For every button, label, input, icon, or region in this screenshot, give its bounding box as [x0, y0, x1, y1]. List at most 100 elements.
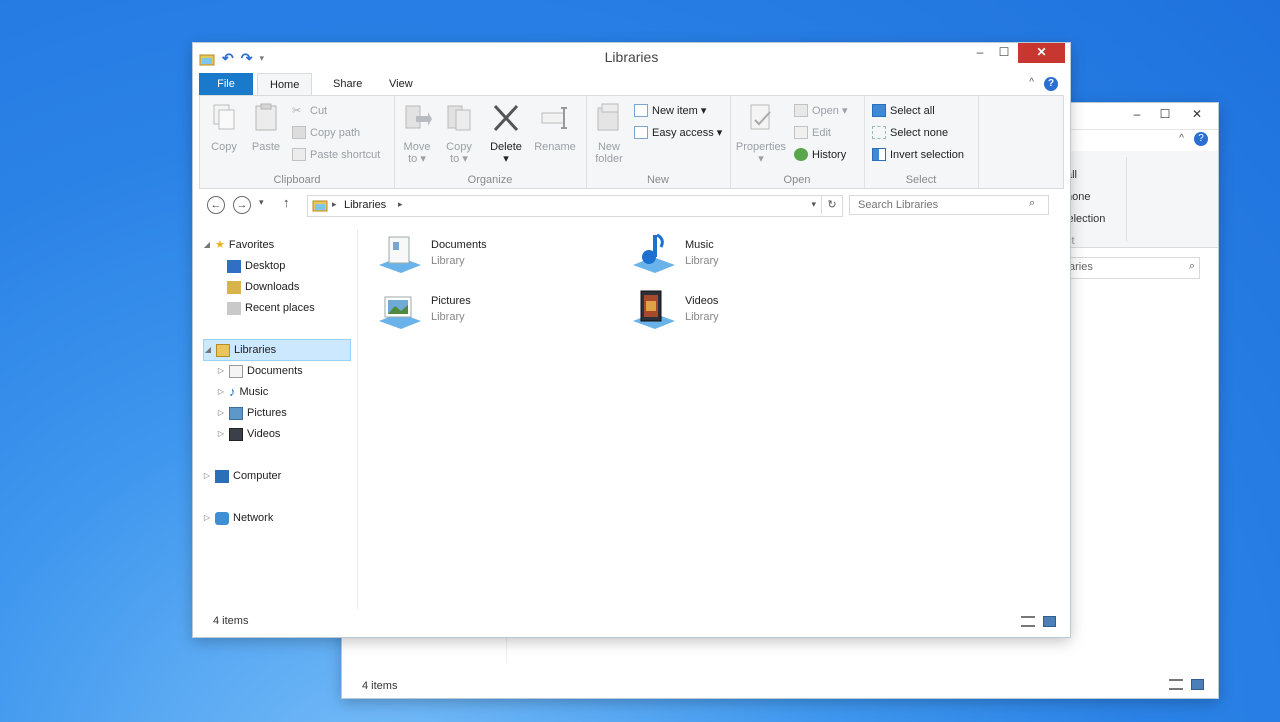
history-button[interactable]: History — [794, 148, 846, 161]
select-none-button[interactable]: Select none — [872, 126, 948, 139]
tab-home[interactable]: Home — [257, 73, 313, 96]
breadcrumb-separator-2[interactable]: ▸ — [398, 199, 403, 210]
new-item-icon — [634, 104, 648, 117]
maximize-button[interactable]: ☐ — [994, 43, 1014, 63]
nav-label: Documents — [247, 365, 303, 377]
navigation-pane-divider[interactable] — [357, 229, 358, 609]
background-close-button[interactable]: ✕ — [1182, 103, 1212, 127]
collapsed-arrow-icon[interactable]: ▷ — [217, 382, 225, 402]
paste-shortcut-icon — [292, 148, 306, 161]
help-icon[interactable]: ? — [1044, 77, 1058, 91]
expanded-arrow-icon[interactable]: ◢ — [203, 235, 211, 255]
background-search-box[interactable]: aries ⌕ — [1062, 257, 1200, 279]
close-button[interactable]: ✕ — [1018, 43, 1065, 63]
forward-arrow-icon[interactable]: → — [233, 196, 251, 214]
music-library-icon — [633, 233, 675, 273]
nav-item-recent-places[interactable]: Recent places — [227, 298, 315, 318]
nav-label: Music — [239, 386, 269, 398]
nav-item-music[interactable]: ▷ ♪ Music — [217, 382, 268, 402]
new-folder-label-line2: folder — [595, 153, 623, 165]
expanded-arrow-icon[interactable]: ◢ — [204, 340, 212, 360]
refresh-icon[interactable]: ↻ — [821, 196, 842, 214]
nav-label: Downloads — [245, 281, 300, 293]
collapsed-arrow-icon[interactable]: ▷ — [203, 466, 211, 486]
back-arrow-icon[interactable]: ← — [207, 196, 225, 214]
move-to-button[interactable]: Move to ▾ — [400, 102, 434, 165]
nav-item-favorites[interactable]: ◢ ★ Favorites — [203, 235, 274, 255]
pictures-icon — [229, 406, 243, 420]
status-item-count: 4 items — [213, 615, 249, 627]
collapsed-arrow-icon[interactable]: ▷ — [217, 424, 225, 444]
nav-label: Computer — [233, 470, 282, 482]
address-box[interactable]: ▸ Libraries ▸ ▾ ↻ — [307, 195, 843, 217]
paste-shortcut-button[interactable]: Paste shortcut — [292, 148, 380, 161]
delete-button[interactable]: Delete ▾ — [486, 102, 526, 165]
tab-share[interactable]: Share — [321, 73, 374, 95]
videos-library-icon — [633, 290, 675, 329]
collapse-ribbon-icon[interactable]: ^ — [1029, 77, 1034, 88]
properties-button[interactable]: Properties ▾ — [732, 102, 790, 165]
nav-item-computer[interactable]: ▷ Computer — [203, 466, 281, 486]
edit-button[interactable]: Edit — [794, 126, 831, 139]
organize-group: Move to ▾ Copy to ▾ Delete ▾ Rename Orga… — [394, 96, 587, 188]
delete-dropdown-arrow[interactable]: ▾ — [486, 153, 526, 165]
collapsed-arrow-icon[interactable]: ▷ — [217, 403, 225, 423]
breadcrumb-libraries[interactable]: Libraries — [344, 199, 386, 211]
recent-locations-dropdown-icon[interactable]: ▾ — [259, 197, 264, 208]
copy-icon — [213, 104, 235, 130]
breadcrumb-separator-1[interactable]: ▸ — [332, 199, 337, 210]
properties-dropdown-arrow[interactable]: ▾ — [732, 153, 790, 165]
copy-path-button[interactable]: Copy path — [292, 126, 360, 139]
library-music[interactable]: Music Library — [629, 233, 719, 277]
background-search-icon: ⌕ — [1188, 260, 1195, 272]
nav-item-pictures[interactable]: ▷ Pictures — [217, 403, 287, 423]
background-large-icons-view-icon[interactable] — [1191, 679, 1204, 690]
copy-to-icon — [447, 105, 471, 131]
minimize-button[interactable]: – — [970, 43, 990, 63]
tab-view[interactable]: View — [377, 73, 425, 95]
large-icons-view-icon[interactable] — [1043, 616, 1056, 627]
background-minimize-button[interactable]: – — [1122, 103, 1152, 127]
search-input[interactable] — [849, 195, 1049, 215]
up-arrow-icon[interactable]: ↑ — [283, 195, 290, 210]
background-details-view-icon[interactable] — [1169, 679, 1183, 690]
library-documents[interactable]: Documents Library — [375, 233, 487, 277]
delete-label: Delete — [490, 141, 522, 153]
title-bar[interactable]: ↶ ↷ ▾ Libraries – ☐ ✕ — [193, 43, 1070, 72]
new-folder-button[interactable]: New folder — [592, 102, 626, 165]
open-icon — [794, 104, 808, 117]
select-group: Select all Select none Invert selection … — [864, 96, 979, 188]
nav-item-downloads[interactable]: Downloads — [227, 277, 299, 297]
nav-item-network[interactable]: ▷ Network — [203, 508, 273, 528]
select-all-button[interactable]: Select all — [872, 104, 935, 117]
nav-item-documents[interactable]: ▷ Documents — [217, 361, 303, 381]
collapsed-arrow-icon[interactable]: ▷ — [203, 508, 211, 528]
select-all-icon — [872, 104, 886, 117]
copy-to-button[interactable]: Copy to ▾ — [442, 102, 476, 165]
cut-button[interactable]: ✂ Cut — [292, 104, 327, 118]
open-button[interactable]: Open ▾ — [794, 104, 848, 117]
background-search-fragment: aries — [1069, 261, 1093, 273]
address-dropdown-icon[interactable]: ▾ — [811, 199, 816, 210]
rename-button[interactable]: Rename — [532, 102, 578, 153]
collapsed-arrow-icon[interactable]: ▷ — [217, 361, 225, 381]
nav-item-desktop[interactable]: Desktop — [227, 256, 285, 276]
new-item-button[interactable]: New item ▾ — [634, 104, 706, 117]
paste-button[interactable]: Paste — [248, 102, 284, 153]
nav-item-libraries[interactable]: ◢ Libraries — [203, 339, 351, 361]
details-view-icon[interactable] — [1021, 616, 1035, 627]
background-help-icon[interactable]: ? — [1194, 132, 1208, 146]
background-collapse-icon[interactable]: ^ — [1179, 133, 1184, 144]
explorer-window[interactable]: ↶ ↷ ▾ Libraries – ☐ ✕ File Home Share Vi… — [193, 43, 1070, 637]
easy-access-button[interactable]: Easy access ▾ — [634, 126, 722, 139]
invert-selection-button[interactable]: Invert selection — [872, 148, 964, 161]
library-name: Music — [685, 239, 714, 251]
library-pictures[interactable]: Pictures Library — [375, 289, 471, 333]
tab-file[interactable]: File — [199, 73, 253, 95]
library-videos[interactable]: Videos Library — [629, 289, 719, 333]
background-maximize-button[interactable]: ☐ — [1150, 103, 1180, 127]
background-status-text: 4 items — [362, 680, 398, 692]
copy-button[interactable]: Copy — [206, 102, 242, 153]
paste-shortcut-label: Paste shortcut — [310, 148, 381, 161]
nav-item-videos[interactable]: ▷ Videos — [217, 424, 280, 444]
